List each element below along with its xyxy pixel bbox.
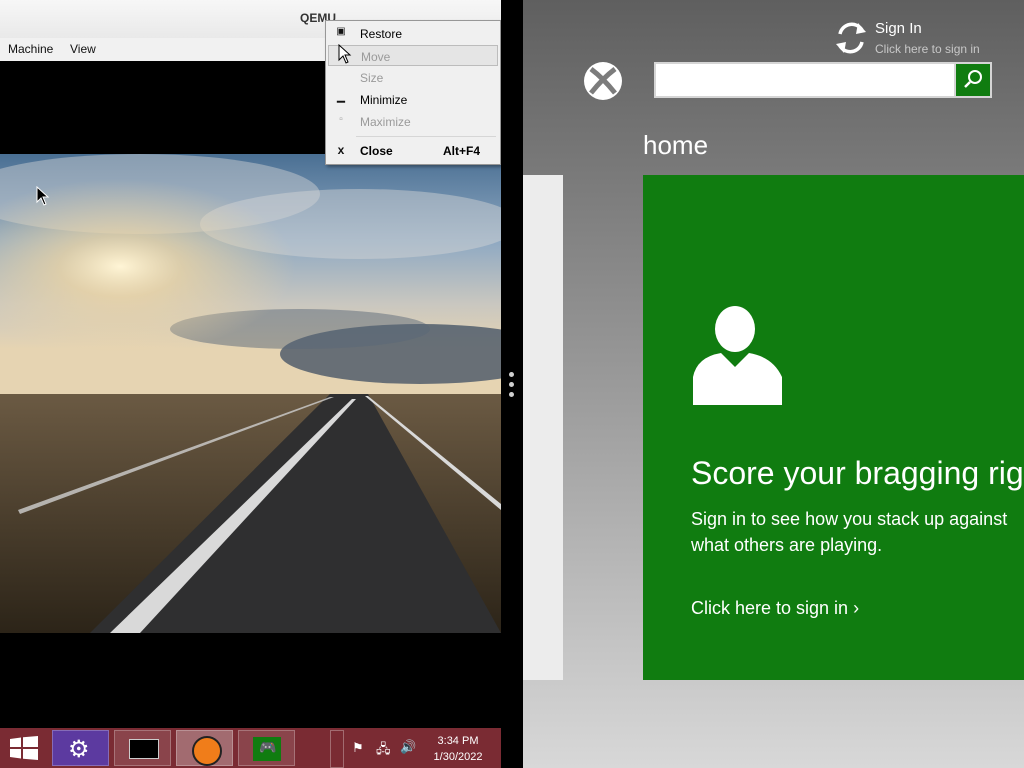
system-context-menu: ▣ Restore Move Size ▁ Minimize ▫ Maximiz… [325,20,501,165]
xbox-games-taskbar-button[interactable]: 🎮 [238,730,295,766]
xbox-logo-icon[interactable] [582,60,624,102]
search-icon [964,70,982,88]
minimize-icon: ▁ [337,92,345,103]
network-icon[interactable]: 🖧 [376,740,391,762]
tile-body-line2: what others are playing. [691,535,883,555]
action-center-flag-icon[interactable]: ⚑ [352,740,364,756]
desktop-wallpaper-road [0,154,501,633]
signin-subtitle[interactable]: Click here to sign in [875,42,980,56]
menu-item-move[interactable]: Move [328,45,498,66]
menu-machine[interactable]: Machine [8,42,53,56]
search-button[interactable] [956,62,992,98]
section-title: home [643,130,709,160]
menu-item-size[interactable]: Size [328,67,498,88]
volume-icon[interactable]: 🔊 [400,739,416,755]
user-profile-icon [693,306,782,405]
menu-item-close[interactable]: x Close Alt+F4 [328,140,498,161]
signin-link[interactable]: Click here to sign in › [691,598,859,619]
settings-taskbar-button[interactable]: ⚙ [52,730,109,766]
xbox-games-icon: 🎮 [253,737,281,761]
taskbar-overflow-button[interactable] [330,730,344,768]
start-icon[interactable] [10,736,38,760]
clock-date: 1/30/2022 [433,751,483,763]
xbox-app: Sign In Click here to sign in home Score… [523,0,1024,768]
tile-body-line1: Sign in to see how you stack up against [691,509,1008,529]
command-prompt-taskbar-button[interactable] [114,730,171,766]
maximize-icon: ▫ [339,114,343,125]
clock-time: 3:34 PM [437,735,479,747]
signin-tile[interactable]: Score your bragging rig Sign in to see h… [643,175,1024,680]
settings-icon: ⚙ [68,736,90,763]
taskbar: ⚙ 🎮 ⚑ 🖧 🔊 3:34 PM 1/30/2022 [0,728,501,768]
mouse-pointer-icon [338,44,352,64]
sync-icon[interactable] [834,20,868,56]
tile-heading: Score your bragging rig [691,455,1024,491]
menu-item-maximize[interactable]: ▫ Maximize [328,111,498,132]
menu-separator [356,136,496,137]
menu-item-restore[interactable]: ▣ Restore [328,23,498,44]
qemu-taskbar-button[interactable] [176,730,233,766]
menu-view[interactable]: View [70,42,96,56]
close-icon: x [337,143,345,157]
signin-title[interactable]: Sign In [875,20,922,37]
command-prompt-icon [129,739,159,759]
clock[interactable]: 3:34 PM 1/30/2022 [420,733,496,765]
search-input[interactable] [654,62,956,98]
mouse-pointer-icon [36,186,50,206]
menu-item-minimize[interactable]: ▁ Minimize [328,89,498,110]
qemu-window: QEMU Machine View ⚙ 🎮 ⚑ 🖧 🔊 3:34 PM 1/30… [0,0,501,768]
restore-icon: ▣ [336,26,346,37]
snap-divider-grip-icon[interactable] [507,370,517,400]
qemu-icon [192,736,222,766]
previous-tile-edge[interactable] [523,175,563,680]
